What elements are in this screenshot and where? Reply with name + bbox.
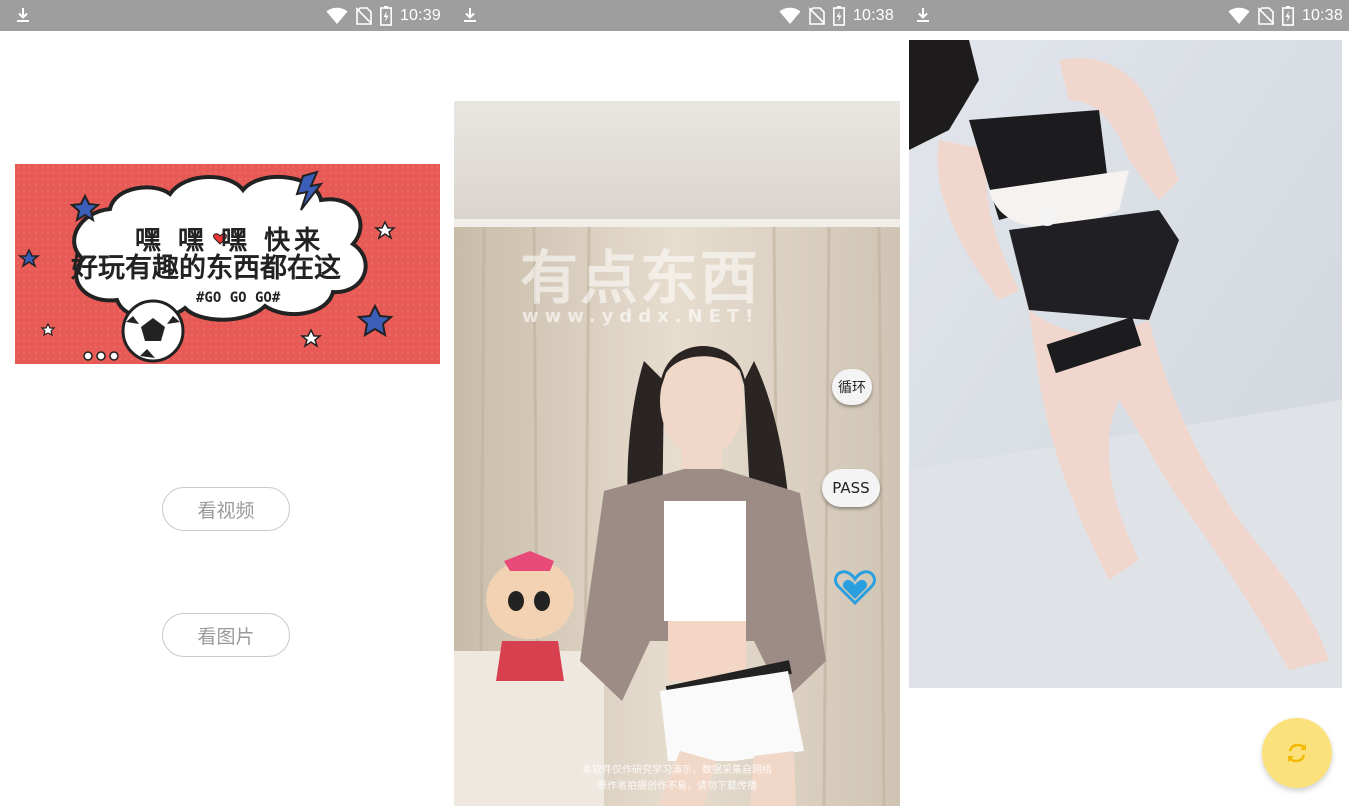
status-bar: 10:39	[0, 0, 447, 31]
star-icon	[373, 220, 397, 240]
clock: 10:38	[852, 6, 894, 24]
watermark-title: 有点东西	[520, 244, 761, 312]
no-sim-icon	[1257, 6, 1274, 25]
battery-charging-icon	[379, 5, 392, 26]
view-images-button[interactable]: 看图片	[162, 613, 290, 657]
refresh-icon	[1288, 743, 1306, 763]
app-screens: 10:39 嘿 嘿 嘿 快来 好玩有趣的东西都在这 #GO GO GO# 看视频…	[0, 0, 1349, 806]
video-screen: 10:38 有点东西 www.yddx.NET! 循环 PASS 本软件仅作研究…	[447, 0, 900, 806]
disclaimer-line-1: 本软件仅作研究学习演示，数据采集自网络	[582, 765, 772, 776]
download-icon	[17, 8, 29, 22]
star-icon	[299, 328, 323, 348]
no-sim-icon	[808, 6, 825, 25]
plush-doll	[486, 551, 574, 681]
soccer-ball-icon	[121, 299, 185, 363]
refresh-fab[interactable]	[1262, 718, 1332, 788]
home-screen: 10:39 嘿 嘿 嘿 快来 好玩有趣的东西都在这 #GO GO GO# 看视频…	[0, 0, 447, 806]
wifi-icon	[779, 7, 801, 24]
watermark-url: www.yddx.NET!	[522, 306, 760, 327]
banner-tag: #GO GO GO#	[196, 290, 281, 306]
photo-content	[909, 40, 1342, 688]
banner-subheadline: 好玩有趣的东西都在这	[71, 253, 341, 284]
video-player[interactable]: 有点东西 www.yddx.NET! 循环 PASS 本软件仅作研究学习演示，数…	[454, 101, 900, 806]
wifi-icon	[1228, 7, 1250, 24]
disclaimer-line-2: 原作者拍摄创作不易，请勿下载传播	[597, 781, 757, 792]
download-icon	[917, 8, 929, 22]
star-icon	[40, 322, 56, 337]
pass-button[interactable]: PASS	[822, 469, 880, 507]
clock: 10:38	[1301, 6, 1343, 24]
battery-charging-icon	[832, 5, 845, 26]
gallery-photo[interactable]	[909, 40, 1342, 688]
no-sim-icon	[355, 6, 372, 25]
status-bar: 10:38	[447, 0, 900, 31]
gallery-screen: 10:38	[900, 0, 1349, 806]
watch-video-button[interactable]: 看视频	[162, 487, 290, 531]
loop-button[interactable]: 循环	[832, 369, 872, 405]
heart-icon[interactable]	[834, 569, 876, 607]
status-bar: 10:38	[900, 0, 1349, 31]
video-frame	[454, 101, 900, 806]
battery-charging-icon	[1281, 5, 1294, 26]
star-icon	[17, 248, 41, 268]
download-icon	[464, 8, 476, 22]
wifi-icon	[326, 7, 348, 24]
welcome-banner: 嘿 嘿 嘿 快来 好玩有趣的东西都在这 #GO GO GO#	[15, 164, 440, 364]
star-icon	[356, 303, 394, 337]
clock: 10:39	[399, 6, 441, 24]
